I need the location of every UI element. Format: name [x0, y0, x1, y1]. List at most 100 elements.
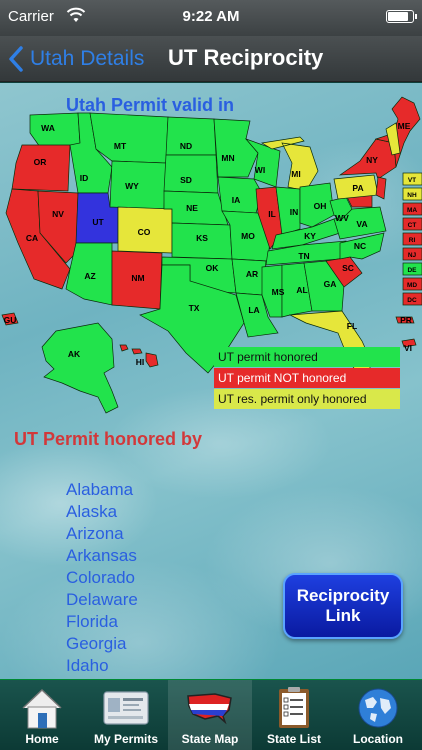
- map-label: NY: [366, 155, 378, 165]
- back-button[interactable]: Utah Details: [8, 42, 144, 76]
- state-list-item[interactable]: Alabama: [66, 479, 138, 501]
- map-label: PA: [352, 183, 363, 193]
- map-label: GU: [4, 315, 17, 325]
- state-list-item[interactable]: Florida: [66, 611, 138, 633]
- reciprocity-button-line2: Link: [325, 606, 361, 625]
- map-state-sd: [163, 154, 219, 194]
- map-label: ID: [80, 173, 89, 183]
- map-label: WI: [255, 165, 265, 175]
- map-label: FL: [347, 321, 357, 331]
- map-label: TN: [298, 251, 309, 261]
- map-state-nj: [375, 176, 387, 200]
- map-label: IL: [268, 209, 276, 219]
- map-label: KY: [304, 231, 316, 241]
- tab-state-map-label: State Map: [181, 732, 239, 746]
- battery-icon: [386, 10, 417, 23]
- map-label: IN: [290, 207, 299, 217]
- map-label: OH: [314, 201, 327, 211]
- map-swatch-label: CT: [408, 222, 417, 229]
- map-label: NC: [354, 241, 366, 251]
- clock: 9:22 AM: [182, 8, 240, 25]
- map-swatch-label: VT: [408, 177, 416, 184]
- map-label: HI: [136, 357, 145, 367]
- map-label: AZ: [84, 271, 95, 281]
- map-label: WV: [335, 213, 349, 223]
- chevron-left-icon: [9, 46, 23, 72]
- map-label: NV: [52, 209, 64, 219]
- map-swatch-label: DC: [407, 297, 417, 304]
- map-label: NE: [186, 203, 198, 213]
- tab-location[interactable]: Location: [336, 680, 420, 750]
- state-list-item[interactable]: Delaware: [66, 589, 138, 611]
- tab-home[interactable]: Home: [0, 680, 84, 750]
- globe-icon: [358, 688, 398, 728]
- map-label: GA: [324, 279, 337, 289]
- map-label: VI: [404, 343, 412, 353]
- map-label: ME: [398, 121, 411, 131]
- honored-state-list: Alabama Alaska Arizona Arkansas Colorado…: [66, 479, 138, 677]
- map-label: AR: [246, 269, 258, 279]
- map-label: TX: [189, 303, 200, 313]
- map-label: CO: [138, 227, 151, 237]
- map-label: ND: [180, 141, 192, 151]
- tab-location-label: Location: [353, 732, 403, 746]
- map-label: SD: [180, 175, 192, 185]
- map-label: WY: [125, 181, 139, 191]
- map-state-ak: [41, 322, 119, 414]
- tab-bar: Home My Permits State Map State List Loc…: [0, 679, 422, 750]
- state-list-item[interactable]: Arkansas: [66, 545, 138, 567]
- permit-card-icon: [103, 691, 149, 725]
- status-bar: Carrier 9:22 AM: [0, 0, 422, 36]
- legend-honored: UT permit honored: [214, 347, 400, 367]
- state-list-item[interactable]: Colorado: [66, 567, 138, 589]
- us-map-icon: [187, 693, 232, 725]
- state-list-item[interactable]: Alaska: [66, 501, 138, 523]
- map-label: MT: [114, 141, 127, 151]
- map-label: OR: [34, 157, 47, 167]
- tab-state-list-label: State List: [266, 732, 321, 746]
- map-label: MN: [221, 153, 234, 163]
- home-icon: [22, 688, 62, 729]
- map-label: UT: [92, 217, 104, 227]
- map-label: MS: [272, 287, 285, 297]
- map-swatch-label: NJ: [408, 252, 417, 259]
- map-label: CA: [26, 233, 38, 243]
- map-label: SC: [342, 263, 354, 273]
- map-label: PR: [400, 315, 412, 325]
- map-state-mn: [213, 118, 259, 178]
- map-label: AK: [68, 349, 81, 359]
- tab-my-permits[interactable]: My Permits: [84, 680, 168, 750]
- map-label: IA: [232, 195, 241, 205]
- state-list-item[interactable]: Idaho: [66, 655, 138, 677]
- content-area[interactable]: WA OR CA ID NV UT AZ MT WY CO NM ND SD N…: [0, 83, 422, 679]
- tab-state-map[interactable]: State Map: [168, 680, 252, 750]
- clipboard-list-icon: [279, 687, 309, 728]
- navigation-bar: Utah Details UT Reciprocity: [0, 36, 422, 82]
- map-swatch-label: NH: [407, 192, 417, 199]
- honored-by-heading: UT Permit honored by: [14, 429, 203, 449]
- back-button-label: Utah Details: [30, 47, 145, 70]
- map-state-or: [11, 144, 71, 192]
- tab-state-list[interactable]: State List: [252, 680, 336, 750]
- map-swatch-label: RI: [409, 237, 416, 244]
- reciprocity-button-line1: Reciprocity: [296, 586, 390, 605]
- map-state-wa: [29, 112, 81, 148]
- state-list-item[interactable]: Arizona: [66, 523, 138, 545]
- tab-home-label: Home: [25, 732, 59, 746]
- map-swatch-label: DE: [407, 267, 417, 274]
- state-list-item[interactable]: Georgia: [66, 633, 138, 655]
- map-label: AL: [296, 285, 307, 295]
- legend-resident-only: UT res. permit only honored: [214, 389, 400, 409]
- map-swatch-label: MA: [407, 207, 417, 214]
- map-label: NM: [131, 273, 144, 283]
- map-label: LA: [248, 305, 259, 315]
- legend-not-honored: UT permit NOT honored: [214, 368, 400, 388]
- map-label: MI: [291, 169, 300, 179]
- map-label: MO: [241, 231, 255, 241]
- tab-my-permits-label: My Permits: [93, 732, 159, 746]
- reciprocity-link-button[interactable]: Reciprocity Link: [283, 573, 403, 639]
- map-heading: Utah Permit valid in: [66, 95, 235, 115]
- map-label: WA: [41, 123, 55, 133]
- map-label: KS: [196, 233, 208, 243]
- page-title: UT Reciprocity: [168, 45, 324, 70]
